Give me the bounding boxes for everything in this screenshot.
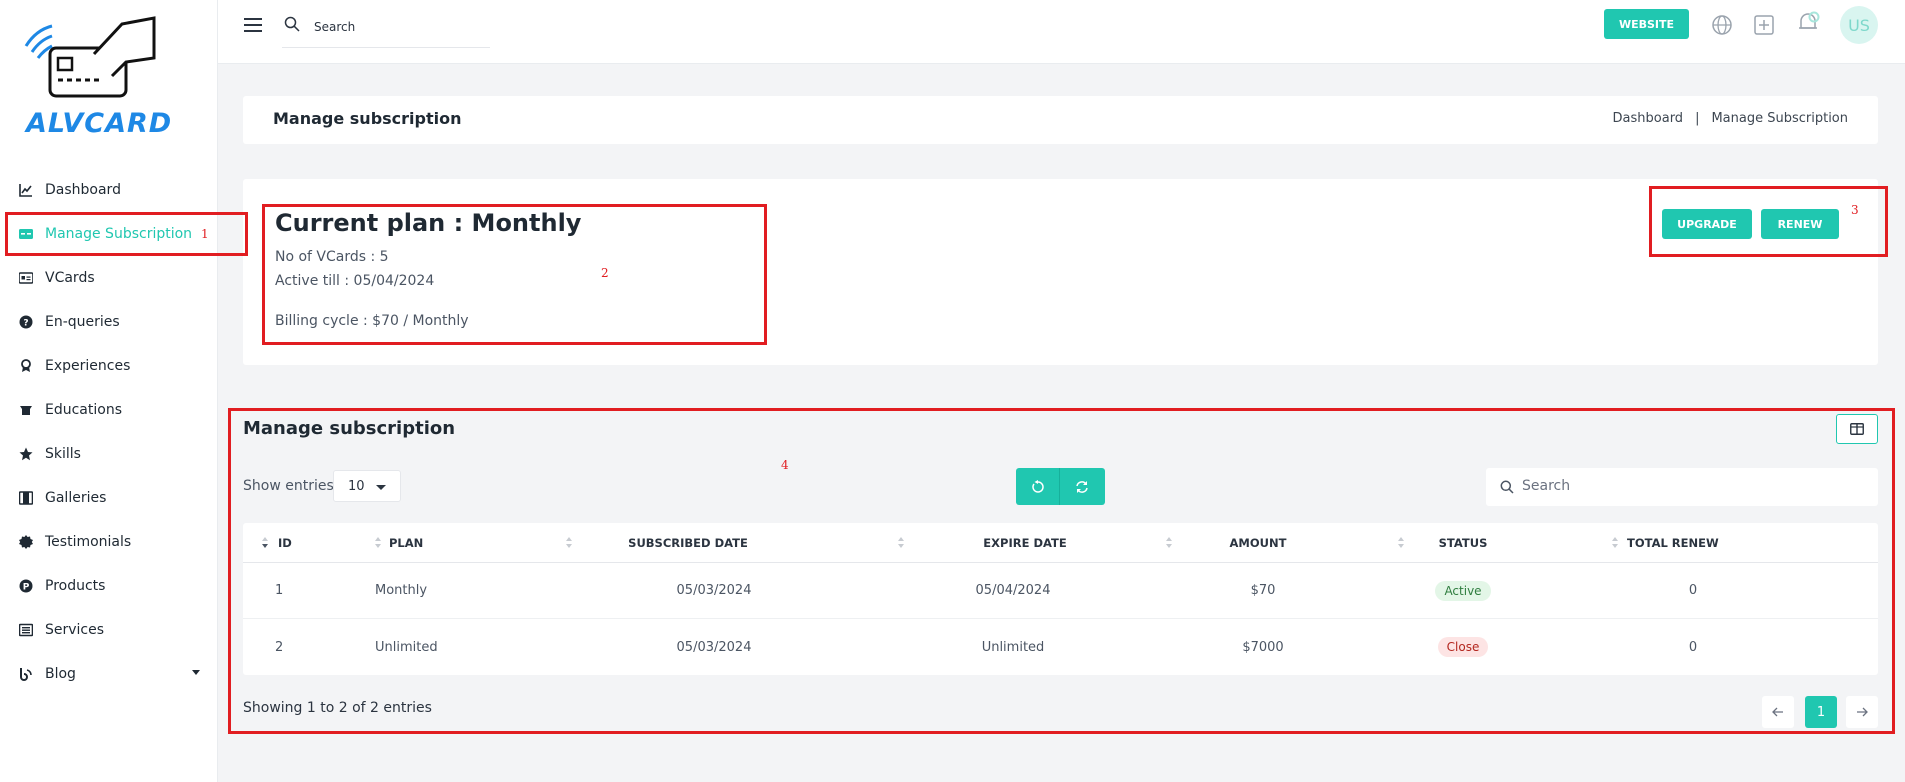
page-title: Manage subscription [273, 109, 462, 128]
svg-text:P: P [23, 583, 30, 593]
question-circle-icon: ? [19, 315, 33, 329]
add-square-icon[interactable] [1753, 14, 1775, 36]
sidebar-item-experiences[interactable]: Experiences [0, 344, 218, 388]
topbar: Search WEBSITE US [218, 0, 1905, 64]
sidebar-item-blog[interactable]: Blog [0, 652, 218, 696]
sidebar-item-testimonials[interactable]: Testimonials [0, 520, 218, 564]
avatar[interactable]: US [1840, 6, 1878, 44]
sidebar-item-label: VCards [45, 270, 95, 286]
svg-text:?: ? [23, 319, 28, 329]
brand-name: ALVCARD [26, 108, 173, 139]
sidebar-item-label: Galleries [45, 490, 107, 506]
sidebar-item-label: Educations [45, 402, 122, 418]
breadcrumb-separator: | [1695, 111, 1700, 126]
search-label: Search [314, 20, 356, 34]
sidebar-item-vcards[interactable]: VCards [0, 256, 218, 300]
id-card-icon [19, 271, 33, 285]
list-icon [19, 623, 33, 637]
annotation-box-1 [5, 212, 248, 256]
website-button[interactable]: WEBSITE [1604, 9, 1689, 39]
sidebar-item-en-queries[interactable]: ? En-queries [0, 300, 218, 344]
sidebar-item-label: Services [45, 622, 105, 638]
sidebar-item-label: Skills [45, 446, 81, 462]
menu-icon[interactable] [244, 18, 262, 32]
annotation-box-2 [262, 204, 767, 345]
annotation-label-2: 2 [601, 266, 609, 280]
annotation-box-3 [1649, 186, 1888, 257]
breadcrumb-current: Manage Subscription [1711, 111, 1848, 126]
chevron-down-icon [192, 670, 200, 675]
blog-icon [19, 667, 33, 681]
sidebar-item-services[interactable]: Services [0, 608, 218, 652]
breadcrumb: Dashboard | Manage Subscription [1613, 111, 1848, 126]
film-icon [19, 491, 33, 505]
bell-icon[interactable] [1794, 8, 1822, 36]
sidebar-item-label: Products [45, 578, 106, 594]
award-icon [19, 359, 33, 373]
sidebar-item-label: Dashboard [45, 182, 121, 198]
sidebar-item-educations[interactable]: Educations [0, 388, 218, 432]
annotation-box-4 [228, 408, 1895, 734]
chart-line-icon [19, 183, 33, 197]
sidebar-item-products[interactable]: P Products [0, 564, 218, 608]
search-icon [284, 16, 300, 32]
globe-icon[interactable] [1711, 14, 1733, 36]
annotation-label-4: 4 [781, 458, 789, 472]
breadcrumb-dashboard[interactable]: Dashboard [1613, 111, 1684, 126]
sidebar-item-label: En-queries [45, 314, 120, 330]
sidebar-item-skills[interactable]: Skills [0, 432, 218, 476]
page-header: Manage subscription Dashboard | Manage S… [243, 96, 1878, 144]
sidebar-item-label: Blog [45, 666, 76, 682]
annotation-label-1: 1 [201, 227, 209, 241]
badge-icon [19, 535, 33, 549]
sidebar-item-dashboard[interactable]: Dashboard [0, 168, 218, 212]
annotation-label-3: 3 [1851, 203, 1859, 217]
sidebar: ALVCARD Dashboard Manage Subscription VC… [0, 0, 218, 782]
sidebar-item-label: Testimonials [45, 534, 132, 550]
sidebar-item-label: Experiences [45, 358, 131, 374]
global-search[interactable]: Search [282, 12, 490, 48]
star-icon [19, 447, 33, 461]
product-icon: P [19, 579, 33, 593]
graduation-cap-icon [19, 403, 33, 417]
sidebar-item-galleries[interactable]: Galleries [0, 476, 218, 520]
